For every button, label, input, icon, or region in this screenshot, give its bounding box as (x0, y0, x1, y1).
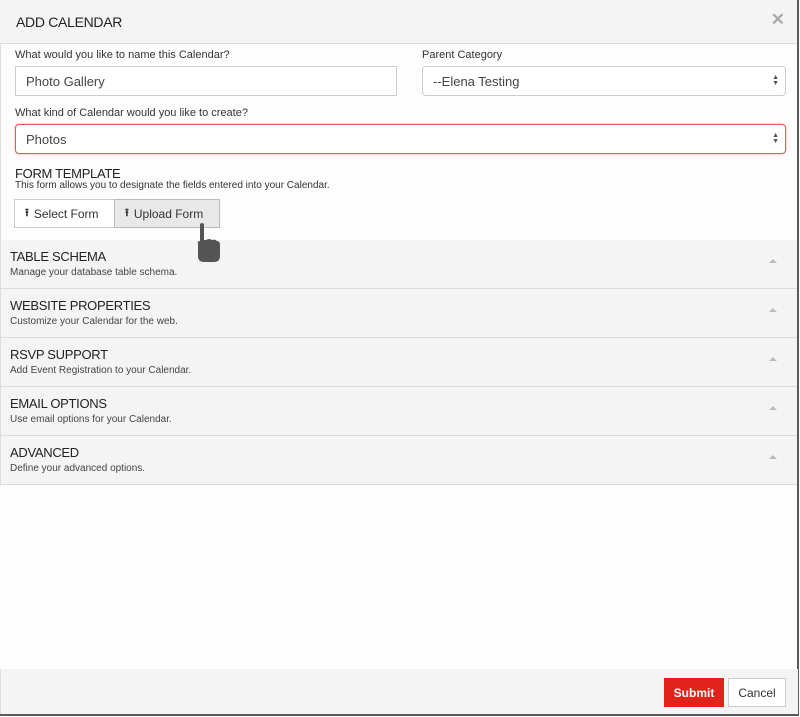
hand-pointer-cursor-icon (197, 223, 220, 262)
modal-footer: Submit Cancel (0, 669, 798, 714)
select-form-button[interactable]: ⭱ Select Form (14, 199, 115, 228)
upload-form-label: Upload Form (133, 206, 204, 221)
calendar-name-input[interactable]: Photo Gallery (15, 66, 397, 96)
submit-button[interactable]: Submit (664, 678, 724, 707)
add-calendar-modal: ADD CALENDAR ✕ What would you like to na… (0, 0, 799, 716)
panel-description: Add Event Registration to your Calendar. (10, 365, 192, 376)
panel-title: RSVP SUPPORT (10, 347, 108, 362)
form-area: What would you like to name this Calenda… (0, 44, 797, 240)
panel-title: WEBSITE PROPERTIES (10, 298, 151, 313)
calendar-name-value: Photo Gallery (26, 73, 105, 89)
panel-website-properties[interactable]: WEBSITE PROPERTIES Customize your Calend… (0, 289, 797, 338)
modal-header: ADD CALENDAR ✕ (0, 0, 797, 44)
accordion-panels: TABLE SCHEMA Manage your database table … (0, 240, 797, 485)
parent-category-label: Parent Category (422, 49, 503, 61)
close-icon[interactable]: ✕ (771, 11, 785, 29)
parent-category-value: --Elena Testing (433, 73, 520, 89)
form-template-title: FORM TEMPLATE (15, 166, 121, 181)
caret-up-icon (769, 455, 777, 459)
upload-icon: ⭱ (25, 207, 29, 219)
calendar-kind-label: What kind of Calendar would you like to … (15, 107, 248, 119)
caret-up-icon (769, 406, 777, 410)
modal-title: ADD CALENDAR (16, 14, 123, 30)
panel-table-schema[interactable]: TABLE SCHEMA Manage your database table … (0, 240, 797, 289)
form-template-button-group: ⭱ Select Form ⭱ Upload Form (14, 199, 220, 228)
upload-icon: ⭱ (125, 207, 129, 219)
calendar-kind-value: Photos (26, 131, 67, 147)
select-arrows-icon: ▲ ▼ (772, 132, 779, 145)
panel-description: Manage your database table schema. (10, 267, 178, 278)
cancel-button[interactable]: Cancel (728, 678, 786, 707)
panel-title: TABLE SCHEMA (10, 249, 106, 264)
panel-title: ADVANCED (10, 445, 79, 460)
panel-description: Define your advanced options. (10, 463, 146, 474)
panel-email-options[interactable]: EMAIL OPTIONS Use email options for your… (0, 387, 797, 436)
panel-description: Use email options for your Calendar. (10, 414, 172, 425)
panel-rsvp-support[interactable]: RSVP SUPPORT Add Event Registration to y… (0, 338, 797, 387)
select-form-label: Select Form (33, 206, 99, 221)
caret-up-icon (769, 308, 777, 312)
select-arrows-icon: ▲ ▼ (772, 74, 779, 87)
parent-category-select[interactable]: --Elena Testing ▲ ▼ (422, 66, 786, 96)
calendar-kind-select[interactable]: Photos ▲ ▼ (15, 124, 786, 154)
caret-up-icon (769, 357, 777, 361)
panel-advanced[interactable]: ADVANCED Define your advanced options. (0, 436, 797, 485)
panel-description: Customize your Calendar for the web. (10, 316, 178, 327)
form-template-description: This form allows you to designate the fi… (15, 180, 330, 191)
calendar-name-label: What would you like to name this Calenda… (15, 49, 230, 61)
panel-title: EMAIL OPTIONS (10, 396, 107, 411)
caret-up-icon (769, 259, 777, 263)
